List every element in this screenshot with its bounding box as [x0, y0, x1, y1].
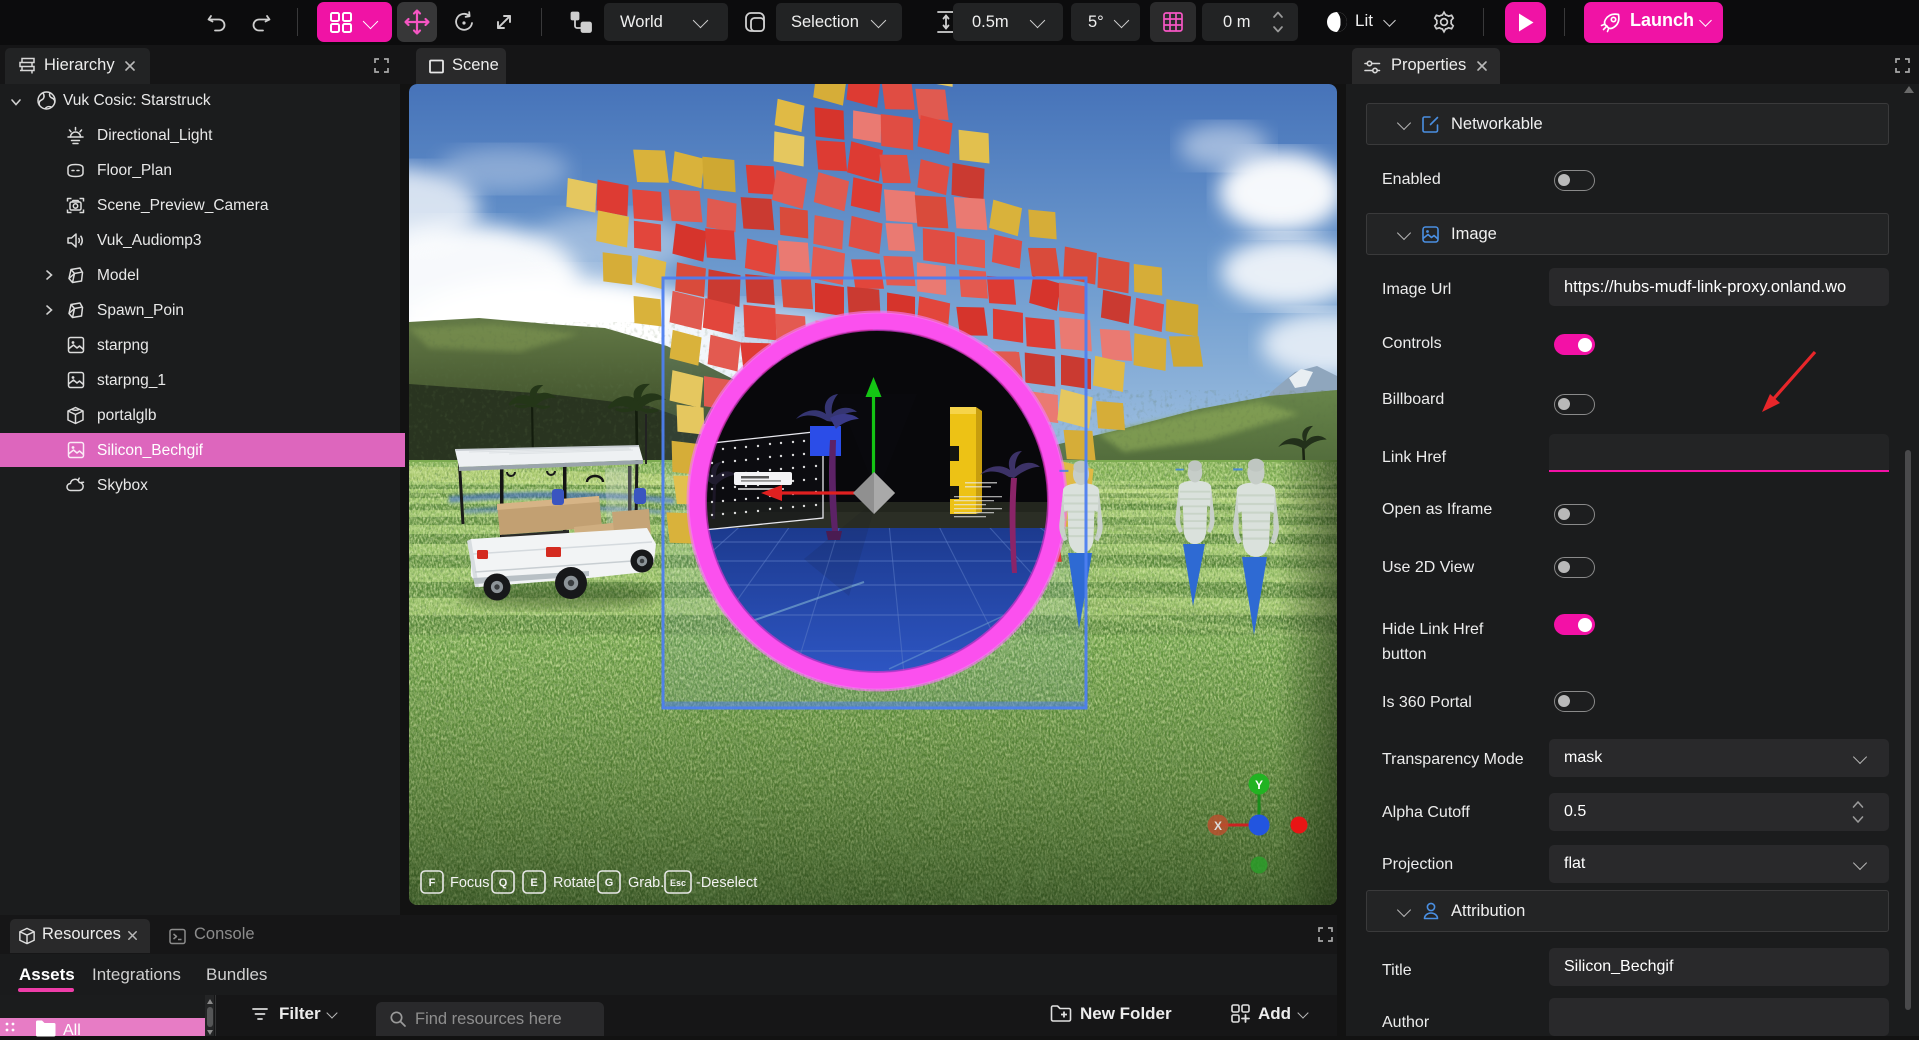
- svg-text:Grab.: Grab.: [628, 875, 664, 891]
- svg-text:Q: Q: [499, 877, 508, 889]
- svg-text:-Deselect: -Deselect: [696, 875, 757, 891]
- svg-text:X: X: [1214, 819, 1222, 833]
- svg-text:E: E: [530, 877, 537, 889]
- svg-text:Rotate: Rotate: [553, 875, 596, 891]
- svg-text:G: G: [605, 877, 614, 889]
- svg-text:Y: Y: [1255, 778, 1263, 792]
- svg-text:F: F: [429, 877, 436, 889]
- svg-text:Focus: Focus: [450, 875, 490, 891]
- svg-text:Esc: Esc: [670, 878, 686, 888]
